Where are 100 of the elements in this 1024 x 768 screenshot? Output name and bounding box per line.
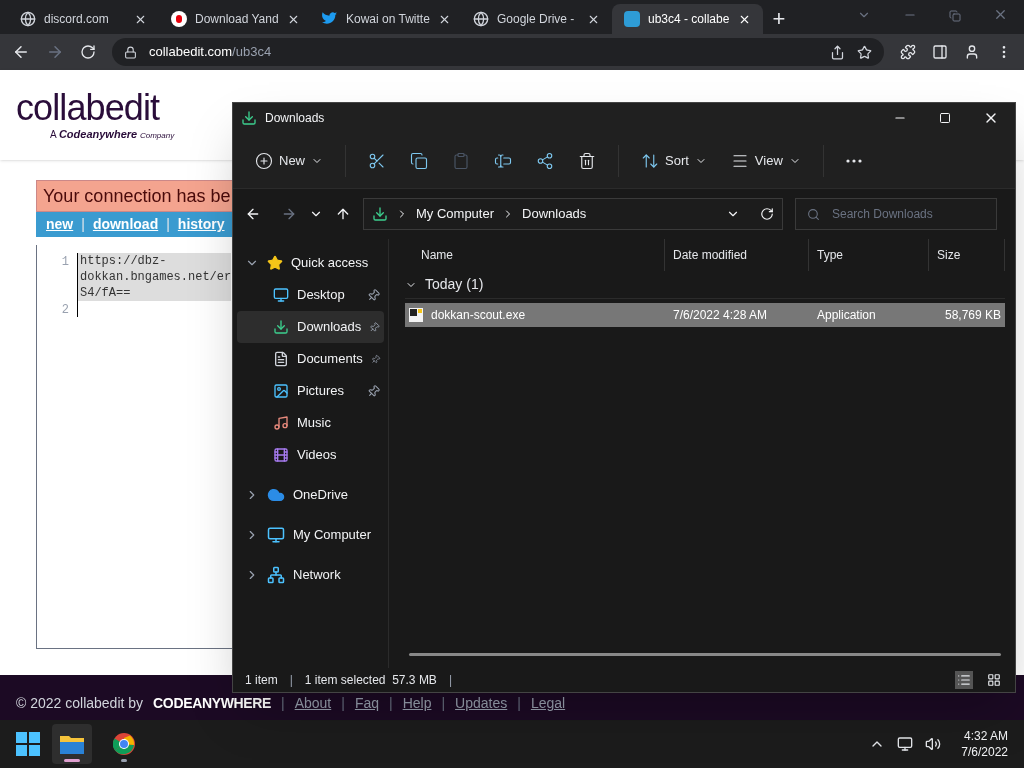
side-panel-icon[interactable] [932,44,948,60]
footer-link[interactable]: Faq [354,695,379,711]
logo-tagline: A Codeanywhere Company [49,127,176,142]
sidebar-item[interactable]: Documents [237,343,384,375]
browser-tab[interactable]: Google Drive - [461,4,612,34]
breadcrumb-item[interactable]: My Computer [416,204,495,224]
sidebar-item[interactable]: Network [237,559,384,591]
footer-link[interactable]: About [294,695,332,711]
search-field[interactable]: Search Downloads [795,198,997,230]
download-icon [372,206,388,222]
reload-icon[interactable] [80,44,96,60]
column-header[interactable]: Date modified [665,239,809,271]
browser-tab[interactable]: Kowai on Twitte [310,4,461,34]
cut-icon [368,151,386,170]
bird-icon [322,12,338,26]
sort-button[interactable]: Sort [631,142,717,179]
globe-icon [20,11,36,27]
new-tab-button[interactable]: + [763,4,795,34]
details-view-icon[interactable] [955,671,973,689]
address-field[interactable]: My Computer Downloads [363,198,783,230]
network-icon[interactable] [897,736,914,752]
back-icon[interactable] [245,206,261,222]
share-icon [536,151,554,170]
rename-icon [494,151,512,170]
line-number: 1 [60,254,70,271]
footer-separator: | [441,695,446,711]
search-icon [807,208,820,221]
footer-separator: | [517,695,521,711]
footer-link[interactable]: Updates [455,695,508,711]
footer-brand[interactable]: CODEANYWHERE [153,695,271,711]
footer-separator: | [341,695,345,711]
address-field[interactable]: collabedit.com/ub3c4 [112,38,884,66]
star-icon [267,255,283,271]
share-icon[interactable] [830,44,845,60]
clock[interactable]: 4:32 AM 7/6/2022 [961,728,1008,760]
refresh-icon[interactable] [760,207,774,221]
group-header[interactable]: Today (1) [425,274,484,295]
circle-logo-icon [171,11,187,27]
sidebar-item[interactable]: Quick access [237,247,384,279]
start-icon[interactable] [16,732,40,756]
maximize-icon[interactable] [939,112,951,124]
sidebar-item[interactable]: Downloads [237,311,384,343]
sidebar-item[interactable]: My Computer [237,519,384,551]
volume-icon[interactable] [925,736,942,752]
line-number: 2 [60,302,70,319]
file-type: Application [816,307,877,324]
computer-icon [267,526,285,544]
scroll-bar[interactable] [409,653,1001,656]
profile-icon[interactable] [964,44,980,60]
sort-icon [641,151,659,170]
bookmark-icon[interactable] [857,44,872,60]
file-row[interactable]: dokkan-scout.exe 7/6/2022 4:28 AM Application 58,769 KB [405,303,1005,327]
window-title: Downloads [265,110,326,127]
document-icon [273,351,289,367]
download-icon [241,110,257,126]
footer-separator: | [389,695,393,711]
folder-icon [60,734,84,754]
picture-icon [273,383,289,399]
link-separator: | [166,215,170,234]
new-button[interactable]: New [245,142,333,179]
view-button[interactable]: View [720,142,811,179]
globe-icon [473,11,489,27]
footer-separator: | [281,695,285,711]
network-icon [267,566,285,584]
tiles-view-icon[interactable] [985,671,1003,689]
status-separator: | [289,672,293,689]
desktop-icon [273,287,289,303]
file-size: 58,769 KB [943,307,1002,324]
back-icon[interactable] [12,43,30,61]
sidebar-item[interactable]: Videos [237,439,384,471]
column-header[interactable]: Size [929,239,1005,271]
application-icon [409,308,423,322]
sidebar-item[interactable]: Music [237,407,384,439]
sidebar-item[interactable]: Pictures [237,375,384,407]
music-icon [273,415,289,431]
footer-link[interactable]: Legal [530,695,566,711]
status-text: 1 item [245,672,278,689]
status-separator: | [448,672,452,689]
column-header[interactable]: Type [809,239,929,271]
logo-icon [624,11,640,27]
sidebar-item[interactable]: Desktop [237,279,384,311]
download-icon [273,319,289,335]
copyright-text: © 2022 collabedit by [16,695,144,711]
browser-tab[interactable]: Download Yand [159,4,310,34]
browser-tab[interactable]: ub3c4 - collabe [612,4,763,34]
trash-icon [578,151,596,170]
sidebar-item[interactable]: OneDrive [237,479,384,511]
film-icon [273,447,289,463]
taskbar-app[interactable] [52,724,92,764]
footer-link[interactable]: Help [402,695,432,711]
breadcrumb-item[interactable]: Downloads [522,204,587,224]
restore-icon[interactable] [949,10,961,22]
site-logo[interactable]: collabedit [16,90,160,126]
browser-tab[interactable]: discord.com [8,4,159,34]
up-icon[interactable] [335,206,351,222]
forward-icon[interactable] [46,43,64,61]
paste-icon [452,151,470,170]
extensions-icon[interactable] [900,44,916,60]
forward-icon[interactable] [281,206,297,222]
column-header[interactable]: Name [405,239,665,271]
